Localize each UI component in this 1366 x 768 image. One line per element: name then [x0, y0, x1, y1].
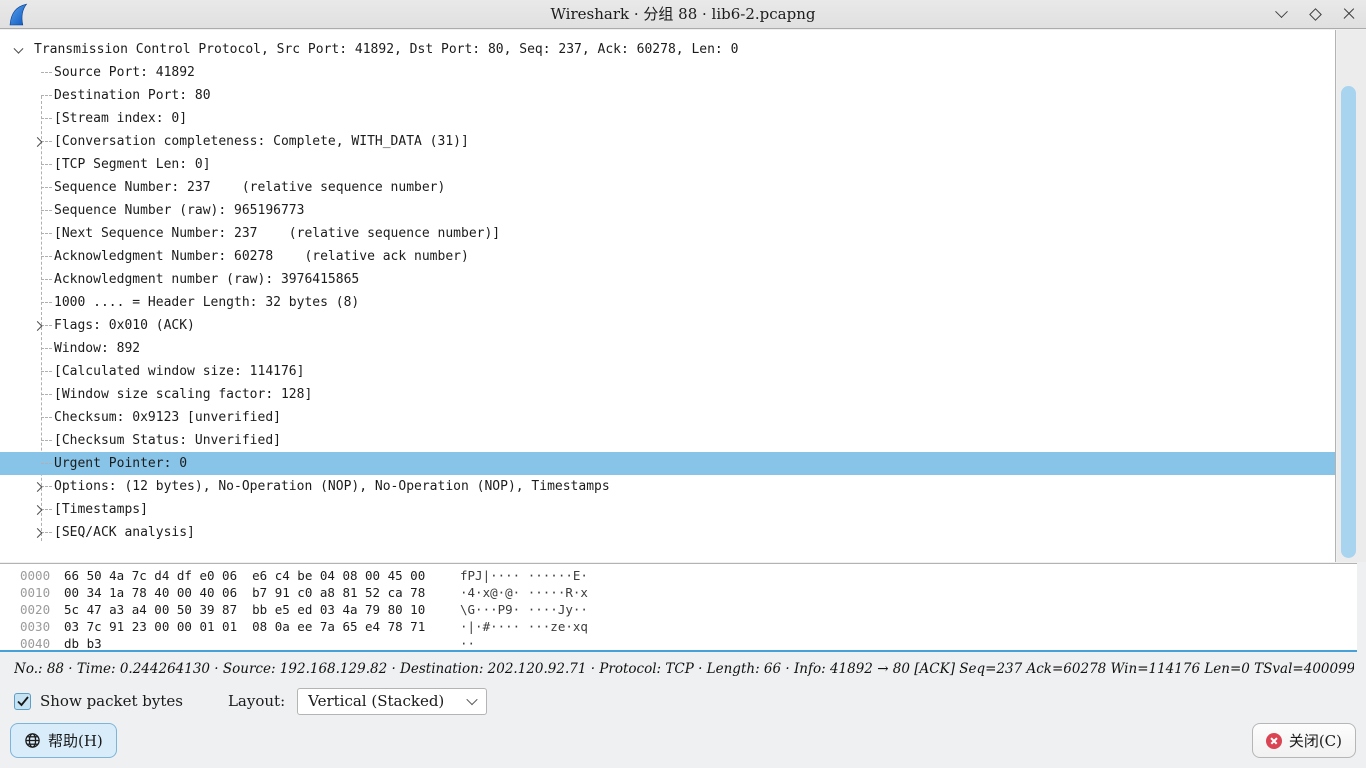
hex-bytes: db b3 [64, 635, 460, 652]
tree-row[interactable]: Acknowledgment number (raw): 3976415865 [0, 268, 1335, 291]
tree-row[interactable]: [Checksum Status: Unverified] [0, 429, 1335, 452]
tree-row-label: Window: 892 [54, 337, 140, 360]
expander-closed-icon[interactable] [33, 505, 43, 515]
hex-offset: 0020 [20, 601, 64, 618]
hex-bytes: 5c 47 a3 a4 00 50 39 87 bb e5 ed 03 4a 7… [64, 601, 460, 618]
tree-row-label: Sequence Number: 237 (relative sequence … [54, 176, 445, 199]
tree-row[interactable]: [Conversation completeness: Complete, WI… [0, 130, 1335, 153]
expander-open-icon[interactable] [14, 43, 24, 53]
tree-row[interactable]: Checksum: 0x9123 [unverified] [0, 406, 1335, 429]
help-button-label: 帮助(H) [48, 730, 103, 751]
tree-row[interactable]: Sequence Number: 237 (relative sequence … [0, 176, 1335, 199]
layout-dropdown[interactable]: Vertical (Stacked) [297, 688, 487, 715]
hex-row[interactable]: 0040db b3·· [0, 635, 1357, 652]
expander-closed-icon[interactable] [33, 137, 43, 147]
hex-offset: 0000 [20, 567, 64, 584]
help-button[interactable]: 帮助(H) [10, 723, 117, 758]
tree-row[interactable]: Destination Port: 80 [0, 84, 1335, 107]
hex-ascii: ·|·#···· ···ze·xq [460, 618, 588, 635]
tree-row[interactable]: [Next Sequence Number: 237 (relative seq… [0, 222, 1335, 245]
tree-row[interactable]: Options: (12 bytes), No-Operation (NOP),… [0, 475, 1335, 498]
hex-offset: 0040 [20, 635, 64, 652]
tree-row-label: [Stream index: 0] [54, 107, 187, 130]
tree-row[interactable]: Window: 892 [0, 337, 1335, 360]
tree-row[interactable]: [TCP Segment Len: 0] [0, 153, 1335, 176]
show-packet-bytes-checkbox[interactable] [14, 693, 31, 710]
tree-row-label: Urgent Pointer: 0 [54, 452, 187, 475]
tree-row-label: Flags: 0x010 (ACK) [54, 314, 195, 337]
tree-row[interactable]: Acknowledgment Number: 60278 (relative a… [0, 245, 1335, 268]
checkmark-icon [17, 696, 29, 707]
tree-scrollbar-track[interactable] [1337, 30, 1366, 562]
globe-help-icon [24, 732, 41, 749]
tree-row-label: Acknowledgment Number: 60278 (relative a… [54, 245, 469, 268]
tree-row-label: Options: (12 bytes), No-Operation (NOP),… [54, 475, 610, 498]
tree-row-label: 1000 .... = Header Length: 32 bytes (8) [54, 291, 359, 314]
tree-row[interactable]: Source Port: 41892 [0, 61, 1335, 84]
tree-row-label: Transmission Control Protocol, Src Port:… [34, 38, 738, 61]
show-packet-bytes-label: Show packet bytes [40, 692, 183, 710]
tree-row-label: [SEQ/ACK analysis] [54, 521, 195, 544]
hex-bytes: 00 34 1a 78 40 00 40 06 b7 91 c0 a8 81 5… [64, 584, 460, 601]
close-button-label: 关闭(C) [1289, 730, 1342, 751]
tree-row-label: [Checksum Status: Unverified] [54, 429, 281, 452]
tree-row-label: Source Port: 41892 [54, 61, 195, 84]
packet-detail-tree[interactable]: Transmission Control Protocol, Src Port:… [0, 30, 1336, 562]
hex-bytes: 66 50 4a 7c d4 df e0 06 e6 c4 be 04 08 0… [64, 567, 460, 584]
tree-row[interactable]: Sequence Number (raw): 965196773 [0, 199, 1335, 222]
hex-row[interactable]: 00205c 47 a3 a4 00 50 39 87 bb e5 ed 03 … [0, 601, 1357, 618]
hex-ascii: fPJ|···· ······E· [460, 567, 588, 584]
tree-row-label: [Next Sequence Number: 237 (relative seq… [54, 222, 500, 245]
hex-offset: 0010 [20, 584, 64, 601]
tree-row[interactable]: [Timestamps] [0, 498, 1335, 521]
hex-row[interactable]: 000066 50 4a 7c d4 df e0 06 e6 c4 be 04 … [0, 567, 1357, 584]
hex-row[interactable]: 001000 34 1a 78 40 00 40 06 b7 91 c0 a8 … [0, 584, 1357, 601]
tree-row-label: [Conversation completeness: Complete, WI… [54, 130, 469, 153]
tree-row-label: [TCP Segment Len: 0] [54, 153, 211, 176]
hex-bytes: 03 7c 91 23 00 00 01 01 08 0a ee 7a 65 e… [64, 618, 460, 635]
window-title: Wireshark · 分组 88 · lib6-2.pcapng [0, 0, 1366, 28]
tree-row[interactable]: Transmission Control Protocol, Src Port:… [0, 38, 1335, 61]
hex-ascii: ·· [460, 635, 475, 652]
expander-closed-icon[interactable] [33, 528, 43, 538]
tree-row[interactable]: [Calculated window size: 114176] [0, 360, 1335, 383]
close-button[interactable]: 关闭(C) [1252, 723, 1356, 758]
close-icon[interactable] [1340, 5, 1358, 23]
expander-closed-icon[interactable] [33, 321, 43, 331]
minimize-icon[interactable] [1272, 5, 1290, 23]
hex-offset: 0030 [20, 618, 64, 635]
layout-label: Layout: [228, 692, 285, 710]
tree-row-label: Acknowledgment number (raw): 3976415865 [54, 268, 359, 291]
packet-detail-window: { "window": { "title": "Wireshark · 分组 8… [0, 0, 1366, 768]
titlebar[interactable]: Wireshark · 分组 88 · lib6-2.pcapng [0, 0, 1366, 29]
tree-row-label: [Window size scaling factor: 128] [54, 383, 312, 406]
tree-row[interactable]: [Stream index: 0] [0, 107, 1335, 130]
tree-row-label: [Calculated window size: 114176] [54, 360, 304, 383]
hex-dump[interactable]: 000066 50 4a 7c d4 df e0 06 e6 c4 be 04 … [0, 563, 1357, 652]
tree-row[interactable]: 1000 .... = Header Length: 32 bytes (8) [0, 291, 1335, 314]
chevron-down-icon [466, 694, 477, 705]
tree-row-label: Destination Port: 80 [54, 84, 211, 107]
tree-row[interactable]: [SEQ/ACK analysis] [0, 521, 1335, 544]
tree-row[interactable]: Flags: 0x010 (ACK) [0, 314, 1335, 337]
tree-row-label: Checksum: 0x9123 [unverified] [54, 406, 281, 429]
tree-row-label: [Timestamps] [54, 498, 148, 521]
controls-row: Show packet bytes Layout: Vertical (Stac… [14, 686, 1354, 716]
packet-summary-line: No.: 88 · Time: 0.244264130 · Source: 19… [14, 655, 1354, 683]
maximize-icon[interactable] [1306, 5, 1324, 23]
hex-ascii: \G···P9· ····Jy·· [460, 601, 588, 618]
tree-row[interactable]: Urgent Pointer: 0 [0, 452, 1335, 475]
hex-ascii: ·4·x@·@· ·····R·x [460, 584, 588, 601]
tree-row-label: Sequence Number (raw): 965196773 [54, 199, 304, 222]
close-circle-icon [1266, 733, 1282, 749]
tree-scrollbar-thumb[interactable] [1341, 86, 1356, 558]
tree-row[interactable]: [Window size scaling factor: 128] [0, 383, 1335, 406]
hex-row[interactable]: 003003 7c 91 23 00 00 01 01 08 0a ee 7a … [0, 618, 1357, 635]
layout-dropdown-value: Vertical (Stacked) [308, 692, 468, 710]
expander-closed-icon[interactable] [33, 482, 43, 492]
